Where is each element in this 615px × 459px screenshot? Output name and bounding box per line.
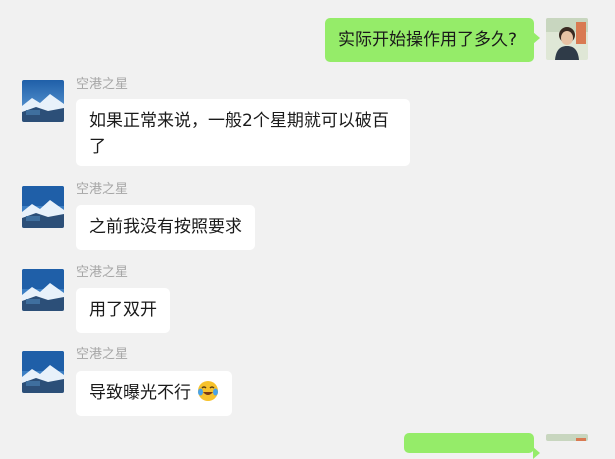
landscape-avatar-icon — [22, 80, 64, 122]
user-photo-avatar-icon — [546, 18, 588, 60]
message-bubble-incoming[interactable]: 导致曝光不行 — [76, 371, 233, 416]
contact-avatar[interactable] — [22, 269, 64, 311]
message-bubble-outgoing-partial[interactable] — [404, 433, 540, 459]
contact-avatar[interactable] — [22, 186, 64, 228]
landscape-avatar-icon — [22, 186, 64, 228]
sender-name: 空港之星 — [76, 182, 129, 197]
message-bubble-incoming[interactable]: 之前我没有按照要求 — [76, 205, 255, 250]
message-text: 导致曝光不行 — [89, 383, 191, 403]
contact-avatar[interactable] — [22, 351, 64, 393]
contact-avatar[interactable] — [22, 80, 64, 122]
sender-name: 空港之星 — [76, 265, 129, 280]
message-text: 之前我没有按照要求 — [89, 217, 242, 237]
message-text: 实际开始操作用了多久? — [338, 30, 518, 50]
landscape-avatar-icon — [22, 269, 64, 311]
crying-laughing-emoji-icon — [197, 380, 219, 402]
message-text: 用了双开 — [89, 300, 157, 320]
message-text: 如果正常来说，一般2个星期就可以破百了 — [89, 111, 389, 157]
message-bubble-outgoing[interactable]: 实际开始操作用了多久? — [325, 18, 540, 62]
message-bubble-incoming[interactable]: 用了双开 — [76, 288, 170, 333]
landscape-avatar-icon — [22, 351, 64, 393]
chat-message-list[interactable]: 实际开始操作用了多久? 空港之星 如果正常来说，一般2个星期就可以破百了 空港之… — [0, 0, 615, 459]
self-avatar[interactable] — [546, 434, 588, 441]
message-bubble-incoming[interactable]: 如果正常来说，一般2个星期就可以破百了 — [76, 99, 410, 166]
sender-name: 空港之星 — [76, 347, 129, 362]
user-photo-avatar-icon — [546, 434, 588, 441]
self-avatar[interactable] — [546, 18, 588, 60]
sender-name: 空港之星 — [76, 77, 129, 92]
